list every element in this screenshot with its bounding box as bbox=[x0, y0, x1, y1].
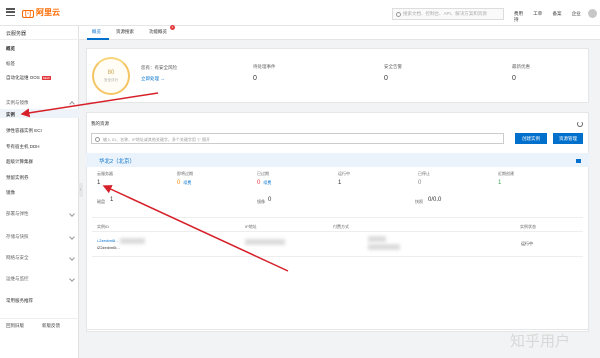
sidebar-item-recommend[interactable]: 常用服务推荐 bbox=[6, 298, 33, 304]
metric-value-stopped[interactable]: 0 bbox=[418, 180, 421, 186]
stat-label-alerts: 安全告警 bbox=[384, 64, 402, 69]
metric-label-recent: 近期创建 bbox=[498, 171, 514, 176]
hamburger-menu-icon[interactable] bbox=[6, 8, 15, 17]
chevron-up-icon bbox=[69, 101, 75, 107]
resources-title: 我的资源 bbox=[91, 121, 109, 126]
divider bbox=[92, 231, 583, 232]
sidebar-group-network[interactable]: 网络与安全 bbox=[6, 255, 75, 261]
sidebar-item-instance[interactable]: 实例 bbox=[6, 112, 15, 118]
redacted-block bbox=[368, 244, 400, 250]
feedback-button[interactable]: 新版反馈 bbox=[42, 323, 60, 329]
sidebar-group-deploy[interactable]: 部署与弹性 bbox=[6, 211, 75, 217]
sidebar-item-oos[interactable]: 自动化运维 OOS NEW bbox=[6, 75, 51, 81]
redacted-block bbox=[368, 236, 386, 242]
divider bbox=[92, 217, 583, 218]
metric-value-expiring[interactable]: 0 续费 bbox=[177, 180, 191, 186]
stat-label-events: 待处理事件 bbox=[253, 64, 276, 69]
sidebar-item-images[interactable]: 镜像 bbox=[6, 190, 15, 196]
metric-value-recent[interactable]: 1 bbox=[498, 180, 501, 186]
chevron-down-icon bbox=[69, 211, 75, 217]
sidebar-item-reserved[interactable]: 预留实例券 bbox=[6, 175, 29, 181]
metric-label-disk: 磁盘 bbox=[97, 199, 105, 204]
resource-manage-button[interactable]: 资源管理 bbox=[553, 133, 583, 144]
stat-value-offers[interactable]: 0 bbox=[512, 75, 516, 82]
redacted-block bbox=[120, 238, 145, 244]
top-navbar: [-] 阿里云 搜索文档、控制台、API、解决方案和资源 费用 工单 备案 企业 … bbox=[0, 0, 600, 26]
top-link-ticket[interactable]: 工单 bbox=[533, 11, 542, 16]
chevron-down-icon bbox=[69, 255, 75, 261]
sidebar-item-ddh[interactable]: 专有宿主机 DDH bbox=[6, 144, 40, 150]
stat-value-events[interactable]: 0 bbox=[253, 75, 257, 82]
back-to-old-button[interactable]: 回到旧版 bbox=[6, 323, 24, 329]
metric-value-image[interactable]: 0 bbox=[268, 197, 271, 203]
active-tab-indicator bbox=[87, 38, 109, 40]
search-icon bbox=[95, 136, 100, 142]
renew-link[interactable]: 续费 bbox=[263, 180, 271, 185]
metric-value-disk[interactable]: 1 bbox=[110, 197, 113, 203]
refresh-icon[interactable] bbox=[577, 121, 583, 127]
redacted-block bbox=[245, 239, 285, 245]
metric-value-expired[interactable]: 0 续费 bbox=[257, 180, 271, 186]
create-instance-button[interactable]: 创建实例 bbox=[515, 133, 547, 144]
sidebar-item-scc[interactable]: 超级计算集群 bbox=[6, 159, 33, 165]
sidebar-item-overview[interactable]: 概览 bbox=[6, 46, 15, 52]
tab-resource-search[interactable]: 资源搜索 bbox=[116, 29, 134, 35]
region-header bbox=[86, 153, 589, 167]
instance-name: iZ2zedvn6i... bbox=[97, 245, 120, 250]
instance-status: 运行中 bbox=[521, 241, 533, 246]
risk-text: 您有：有安全风险 bbox=[141, 65, 177, 70]
table-header-billing: 付费方式 bbox=[333, 224, 349, 229]
metric-label-running: 运行中 bbox=[338, 171, 350, 176]
top-link-enterprise[interactable]: 企业 bbox=[572, 11, 581, 16]
sidebar-item-tags[interactable]: 标签 bbox=[6, 61, 15, 67]
security-score-label: 安全评分 bbox=[104, 78, 118, 82]
table-header-id: 实例ID bbox=[97, 224, 109, 229]
global-search-input[interactable]: 搜索文档、控制台、API、解决方案和资源 bbox=[392, 8, 504, 20]
metric-value-running[interactable]: 1 bbox=[338, 180, 341, 186]
sidebar-group-ops[interactable]: 运维与监控 bbox=[6, 276, 75, 282]
metric-label-expiring: 即将过期 bbox=[177, 171, 193, 176]
stat-value-alerts[interactable]: 0 bbox=[384, 75, 388, 82]
metric-label-ecs: 云服务器 bbox=[97, 171, 113, 176]
resource-search-input[interactable]: 输入 ID、名称、IP地址或其他关键字，多个关键字用 "|" 隔开 bbox=[91, 133, 504, 144]
renew-link[interactable]: 续费 bbox=[183, 180, 191, 185]
table-header-ip: IP地址 bbox=[245, 224, 257, 229]
sidebar-group-storage[interactable]: 存储与快照 bbox=[6, 234, 75, 240]
top-link-fee[interactable]: 费用 bbox=[514, 11, 523, 16]
divider bbox=[0, 39, 79, 40]
sidebar-item-eci[interactable]: 弹性容器实例 ECI bbox=[6, 128, 42, 134]
new-badge: NEW bbox=[41, 75, 51, 80]
top-link-record[interactable]: 备案 bbox=[553, 11, 562, 16]
metric-label-stopped: 已停止 bbox=[418, 171, 430, 176]
aliyun-logo[interactable]: [-] 阿里云 bbox=[22, 7, 60, 18]
metric-value-ecs[interactable]: 1 bbox=[97, 180, 100, 186]
metric-label-image: 镜像 bbox=[257, 199, 265, 204]
metric-label-snapshot: 快照 bbox=[415, 199, 423, 204]
stat-label-offers: 最新优惠 bbox=[512, 64, 530, 69]
chevron-down-icon bbox=[69, 276, 75, 282]
sidebar-footer: 回到旧版 新版反馈 bbox=[0, 318, 79, 332]
search-icon bbox=[396, 12, 401, 17]
divider bbox=[92, 256, 583, 257]
tab-feature-overview[interactable]: 功能概览 bbox=[149, 29, 167, 35]
notification-badge: 1 bbox=[170, 25, 175, 30]
metric-value-snapshot[interactable]: 0/0.0 bbox=[428, 197, 441, 203]
table-header-status: 实例状态 bbox=[520, 224, 536, 229]
security-score-gauge: 80 安全评分 bbox=[92, 57, 130, 95]
tab-bar: 概览 资源搜索 功能概览 bbox=[79, 26, 600, 40]
metric-label-expired: 已过期 bbox=[257, 171, 269, 176]
sidebar-group-instances[interactable]: 实例与镜像 bbox=[6, 100, 75, 107]
chevron-down-icon bbox=[69, 234, 75, 240]
security-score: 80 bbox=[107, 70, 115, 76]
tab-overview[interactable]: 概览 bbox=[92, 29, 101, 35]
sidebar-collapse-handle[interactable]: ‹ bbox=[78, 183, 83, 197]
fix-now-link[interactable]: 立即处理 → bbox=[141, 76, 165, 82]
cart-icon[interactable] bbox=[576, 159, 581, 163]
sidebar-title: 云服务器 bbox=[6, 31, 27, 37]
region-title[interactable]: 华北2（北京） bbox=[99, 157, 135, 165]
watermark: 知乎用户 bbox=[510, 332, 571, 350]
avatar[interactable] bbox=[588, 9, 597, 18]
instance-id-link[interactable]: i-2zedvn6i... bbox=[97, 238, 119, 243]
